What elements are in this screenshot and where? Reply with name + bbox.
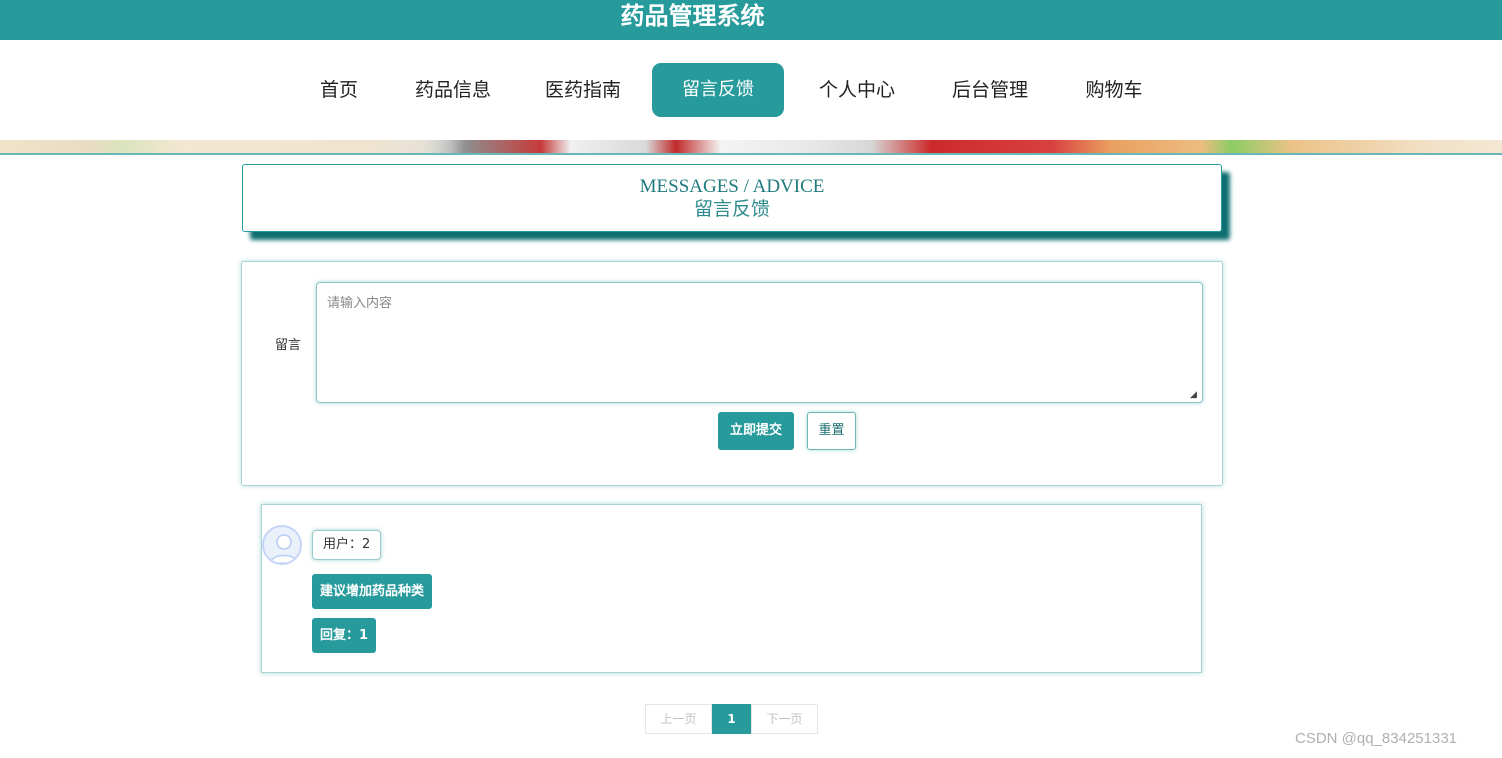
next-page-button[interactable]: 下一页 [751, 704, 818, 734]
top-header-bar: 药品管理系统 [0, 0, 1502, 40]
resize-handle-icon[interactable]: ◢ [1190, 390, 1200, 400]
page-number-current[interactable]: 1 [712, 704, 751, 734]
submit-button[interactable]: 立即提交 [718, 412, 794, 450]
message-form: 留言 ◢ 立即提交 重置 [241, 261, 1223, 486]
comment-item: 用户：2 建议增加药品种类 回复：1 [261, 504, 1202, 673]
prev-page-button[interactable]: 上一页 [645, 704, 712, 734]
message-textarea[interactable] [316, 282, 1203, 403]
reset-button[interactable]: 重置 [807, 412, 856, 450]
message-label: 留言 [275, 338, 302, 353]
section-title-en: MESSAGES / ADVICE [639, 176, 825, 197]
nav-item-home[interactable]: 首页 [313, 63, 365, 117]
nav-item-cart[interactable]: 购物车 [1079, 63, 1149, 117]
nav-item-medicine-guide[interactable]: 医药指南 [538, 63, 628, 117]
main-nav: 首页 药品信息 医药指南 留言反馈 个人中心 后台管理 购物车 [0, 40, 1502, 140]
site-title: 药品管理系统 [620, 2, 765, 30]
user-avatar-icon [262, 525, 302, 565]
nav-item-admin[interactable]: 后台管理 [945, 63, 1035, 117]
comment-reply: 回复：1 [312, 618, 377, 653]
nav-item-feedback[interactable]: 留言反馈 [652, 63, 784, 117]
banner-image [0, 140, 1502, 155]
section-title-cn: 留言反馈 [693, 198, 770, 220]
nav-item-profile[interactable]: 个人中心 [812, 63, 902, 117]
watermark-text: CSDN @qq_834251331 [1295, 730, 1458, 747]
nav-item-drug-info[interactable]: 药品信息 [408, 63, 498, 117]
pagination: 上一页 1 下一页 [645, 704, 818, 734]
section-title-box: MESSAGES / ADVICE 留言反馈 [242, 164, 1222, 232]
comment-content: 建议增加药品种类 [312, 574, 433, 609]
comment-user-badge: 用户：2 [312, 530, 382, 560]
